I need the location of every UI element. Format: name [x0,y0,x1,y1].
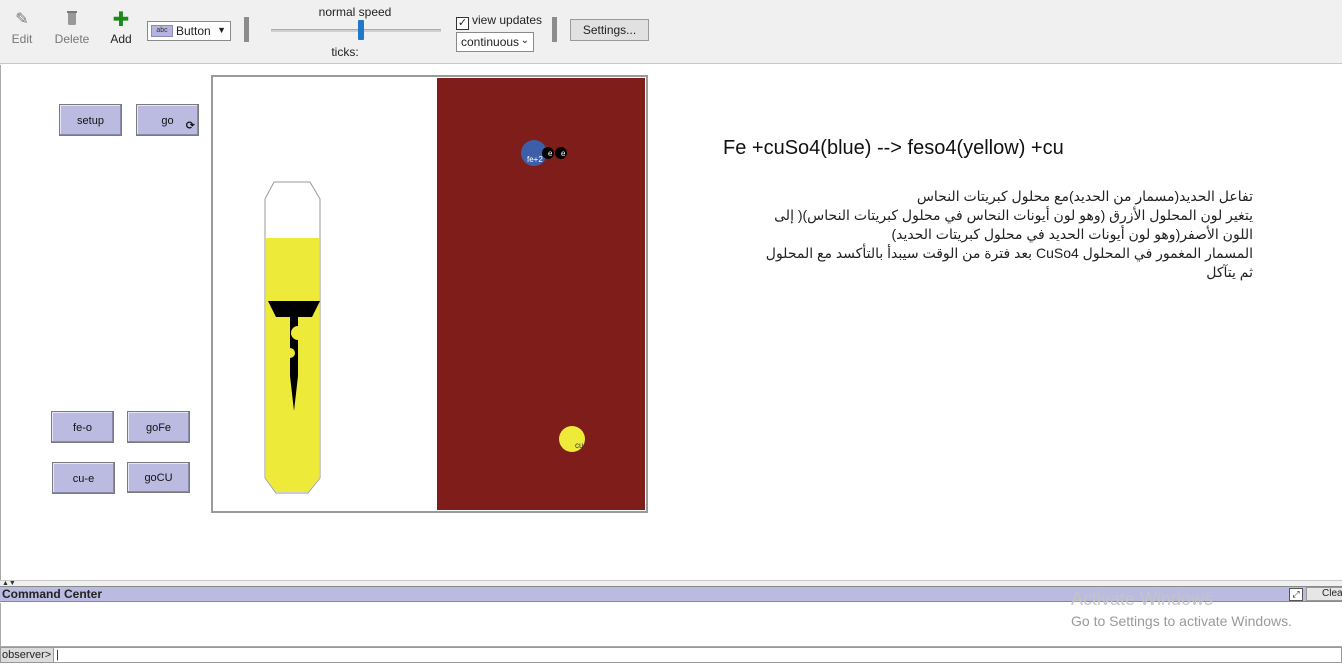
electron-label: e [548,149,553,158]
setup-label: setup [77,115,104,127]
expand-icon[interactable]: ⤢ [1289,588,1303,601]
world-canvas: fe+2 e e cu [214,78,645,510]
delete-label: Delete [54,32,90,46]
view-updates-label: view updates [472,13,543,27]
settings-button[interactable]: Settings... [570,19,649,41]
update-mode-value: continuous [461,35,520,49]
forever-icon: ⟳ [185,120,195,132]
caret-down-icon: ▼ [217,25,226,35]
clear-button[interactable]: Clear [1306,587,1342,601]
command-input[interactable]: | [54,647,1342,663]
toolbar: ✎ Edit Delete ✚ Add abc Button ▼ normal … [0,0,1342,64]
checkmark-icon[interactable]: ✓ [456,17,469,30]
command-center-title: Command Center [2,587,103,601]
cu-e-label: cu-e [72,473,95,485]
toolbar-separator [244,17,249,42]
widget-type-dropdown[interactable]: abc Button ▼ [147,21,231,41]
gocu-button[interactable]: goCU [127,462,190,493]
fe-ion-label: fe+2 [527,155,543,164]
text-cursor: | [56,649,59,661]
update-mode-dropdown[interactable]: continuous ⌄ [456,32,534,52]
speed-label: normal speed [318,5,392,19]
speed-slider-thumb[interactable] [358,20,364,40]
plus-icon: ✚ [112,9,130,31]
cu-label: cu [575,441,583,450]
world-view[interactable]: fe+2 e e cu [211,75,648,513]
interface-panel: setup go ⟳ fe-o goFe cu-e goCU fe+2 e e … [0,65,1342,580]
fe-o-label: fe-o [73,422,92,434]
edit-label: Edit [11,32,33,46]
fe-o-button[interactable]: fe-o [51,411,114,443]
trash-icon [50,10,94,30]
gofe-button[interactable]: goFe [127,411,190,443]
toolbar-separator [552,17,557,42]
gocu-label: goCU [144,472,173,484]
info-note: تفاعل الحديد(مسمار من الحديد)مع محلول كب… [723,187,1253,282]
go-button[interactable]: go ⟳ [136,104,199,136]
chevron-down-icon: ⌄ [520,35,529,46]
electron-label: e [561,149,566,158]
note-line: يتغير لون المحلول الأزرق (وهو لون أيونات… [774,207,1253,223]
netlogo-window: ✎ Edit Delete ✚ Add abc Button ▼ normal … [0,0,1342,665]
go-label: go [161,115,174,127]
command-center-header: Command Center ⤢ Clear [0,586,1342,602]
note-line: اللون الأصفر(وهو لون أيونات الحديد في مح… [891,226,1253,242]
command-output[interactable] [0,603,1342,647]
add-tool[interactable]: ✚ Add [99,10,143,46]
note-line: ثم يتآكل [1206,264,1253,280]
pencil-icon: ✎ [15,11,29,28]
equation-title: Fe +cuSo4(blue) --> feso4(yellow) +cu [723,137,1064,159]
nail-notch [285,348,295,358]
note-line: تفاعل الحديد(مسمار من الحديد)مع محلول كب… [916,188,1253,204]
speed-slider-track[interactable] [271,29,441,32]
add-label: Add [110,32,132,46]
view-updates-checkbox[interactable]: ✓ view updates [456,13,543,30]
gofe-label: goFe [145,422,172,434]
nail-notch [291,326,305,340]
button-widget-icon: abc [151,25,173,37]
setup-button[interactable]: setup [59,104,122,136]
note-line: المسمار المغمور في المحلول CuSo4 بعد فتر… [765,245,1253,261]
ticks-label: ticks: [331,45,359,59]
cu-e-button[interactable]: cu-e [52,462,115,494]
delete-tool[interactable]: Delete [50,10,94,46]
edit-tool[interactable]: ✎ Edit [0,10,44,46]
agent-prompt-selector[interactable]: observer> [0,647,54,663]
widget-type-value: Button [176,24,211,38]
world-background [214,78,437,510]
